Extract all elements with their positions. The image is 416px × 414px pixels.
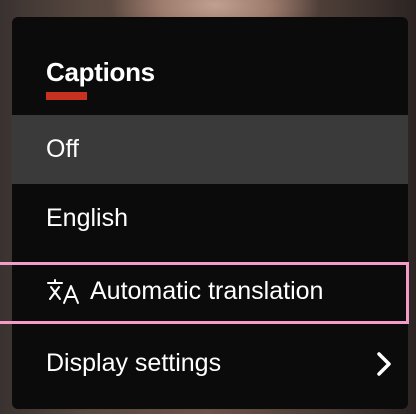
menu-item-english[interactable]: English <box>12 184 408 253</box>
menu-item-label: Display settings <box>46 349 222 377</box>
menu-header: Captions <box>12 17 408 115</box>
captions-menu: Captions Off English Automatic translati… <box>12 17 408 409</box>
menu-item-automatic-translation[interactable]: Automatic translation <box>12 257 408 326</box>
translate-icon <box>46 278 82 306</box>
menu-title: Captions <box>46 57 155 87</box>
menu-item-label: Automatic translation <box>90 277 324 305</box>
menu-item-label: Off <box>46 135 79 163</box>
chevron-right-icon <box>376 350 392 378</box>
menu-item-off[interactable]: Off <box>12 115 408 184</box>
menu-item-label: English <box>46 204 128 232</box>
video-player: Captions Off English Automatic translati… <box>0 0 416 414</box>
title-underline <box>46 92 87 100</box>
menu-item-display-settings[interactable]: Display settings <box>12 329 408 398</box>
